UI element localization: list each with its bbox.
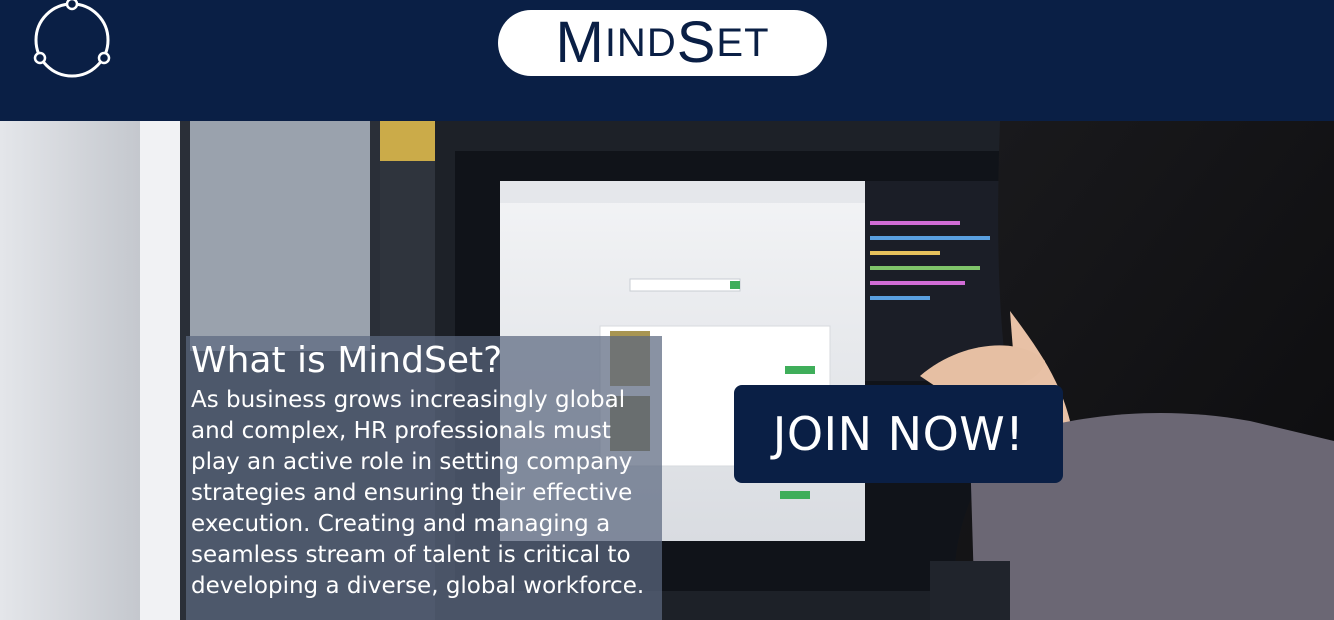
about-description: As business grows increasingly global an…	[191, 387, 645, 599]
join-now-button[interactable]: JOIN NOW!	[734, 385, 1063, 483]
site-header: M IND S ET	[0, 0, 1334, 121]
brand-letter-s: S	[676, 10, 717, 75]
orbit-circle-icon[interactable]	[30, 0, 114, 82]
hero-section: What is MindSet? As business grows incre…	[0, 121, 1334, 620]
about-title: What is MindSet?	[191, 340, 503, 381]
brand-logo[interactable]: M IND S ET	[498, 10, 827, 76]
brand-text-ind: IND	[604, 20, 677, 65]
brand-text-et: ET	[716, 20, 770, 65]
brand-letter-m: M	[555, 10, 605, 75]
